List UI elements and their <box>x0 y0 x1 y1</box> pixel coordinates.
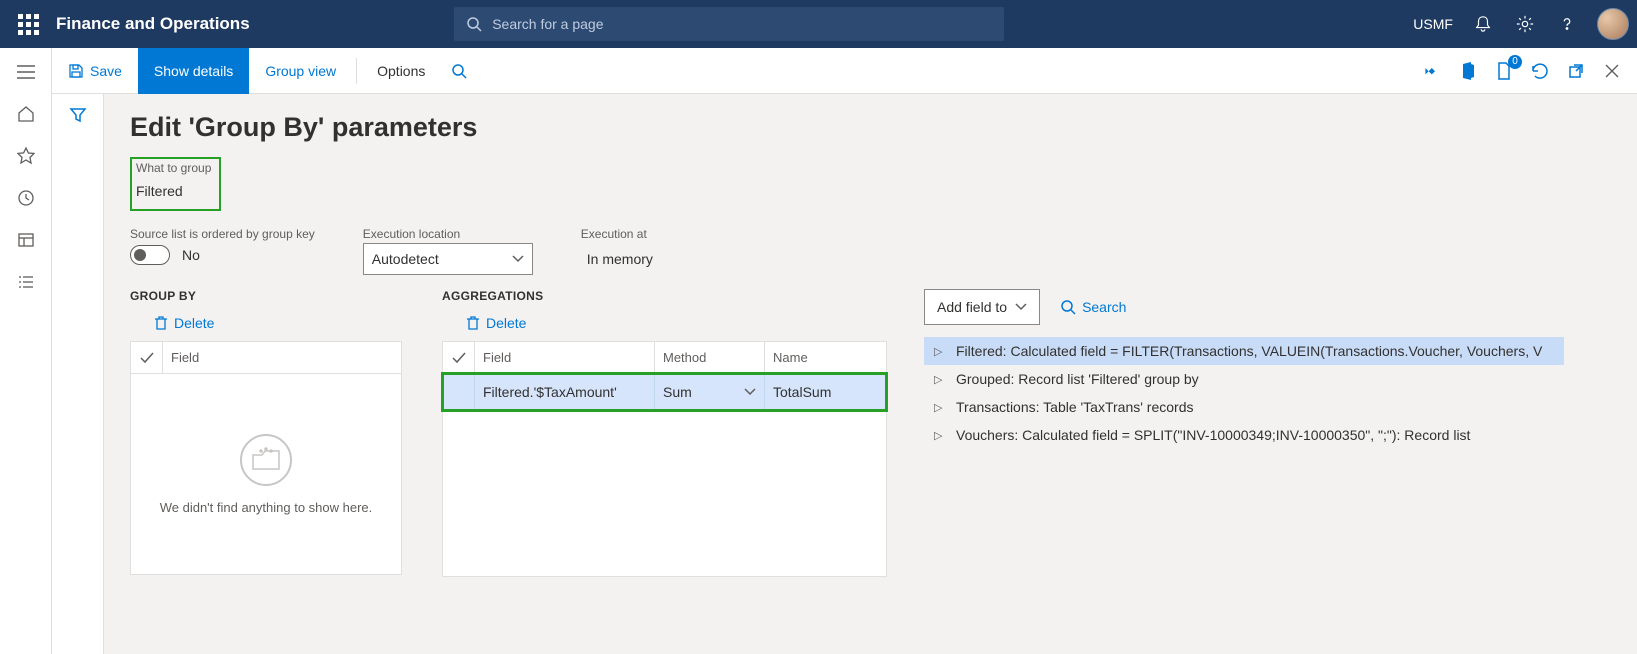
groupby-heading: GROUP BY <box>130 289 420 303</box>
exec-at-field: Execution at In memory <box>581 227 756 275</box>
caret-icon: ▷ <box>934 401 944 414</box>
document-icon[interactable]: 0 <box>1493 60 1515 82</box>
save-button[interactable]: Save <box>52 48 138 94</box>
exec-location-field: Execution location Autodetect <box>363 227 533 275</box>
tree-item[interactable]: ▷Grouped: Record list 'Filtered' group b… <box>924 365 1564 393</box>
options-button[interactable]: Options <box>361 48 441 94</box>
tree-item[interactable]: ▷Transactions: Table 'TaxTrans' records <box>924 393 1564 421</box>
workspace-icon[interactable] <box>16 230 36 250</box>
source-ordered-toggle[interactable] <box>130 245 170 265</box>
recent-icon[interactable] <box>16 188 36 208</box>
gear-icon[interactable] <box>1513 12 1537 36</box>
agg-select-all[interactable] <box>443 342 475 373</box>
groupby-grid: Field We didn't find anything to show he… <box>130 341 402 575</box>
app-launcher-icon[interactable] <box>8 0 48 48</box>
tree-item[interactable]: ▷Vouchers: Calculated field = SPLIT("INV… <box>924 421 1564 449</box>
save-icon <box>68 63 84 79</box>
caret-icon: ▷ <box>934 345 944 358</box>
funnel-icon[interactable] <box>69 106 87 654</box>
agg-name-col[interactable]: Name <box>765 342 886 373</box>
bell-icon[interactable] <box>1471 12 1495 36</box>
empty-folder-icon <box>240 434 292 486</box>
agg-heading: AGGREGATIONS <box>442 289 902 303</box>
tree-item[interactable]: ▷Filtered: Calculated field = FILTER(Tra… <box>924 337 1564 365</box>
agg-row-field[interactable]: Filtered.'$TaxAmount' <box>475 374 655 410</box>
brand-title: Finance and Operations <box>56 14 250 34</box>
what-to-group-value: Filtered <box>136 177 211 205</box>
home-icon[interactable] <box>16 104 36 124</box>
groupby-empty-state: We didn't find anything to show here. <box>131 374 401 574</box>
source-ordered-field: Source list is ordered by group key No <box>130 227 315 275</box>
agg-field-col[interactable]: Field <box>475 342 655 373</box>
search-icon <box>1060 299 1076 315</box>
agg-row[interactable]: Filtered.'$TaxAmount' Sum TotalSum <box>443 374 886 410</box>
search-icon <box>466 16 482 32</box>
page-content: Edit 'Group By' parameters What to group… <box>104 94 1637 654</box>
agg-method-col[interactable]: Method <box>655 342 765 373</box>
groupby-field-col[interactable]: Field <box>163 342 401 373</box>
close-icon[interactable] <box>1601 60 1623 82</box>
search-input[interactable]: Search for a page <box>454 7 1004 41</box>
separator <box>356 58 357 84</box>
agg-grid: Field Method Name Filtered.'$TaxAmount' … <box>442 341 887 577</box>
chevron-down-icon <box>744 388 756 396</box>
refresh-icon[interactable] <box>1529 60 1551 82</box>
attach-icon[interactable] <box>1421 60 1443 82</box>
search-icon <box>451 63 467 79</box>
trash-icon <box>466 315 480 331</box>
exec-at-value: In memory <box>581 243 756 275</box>
chevron-down-icon <box>1015 303 1027 311</box>
agg-row-name[interactable]: TotalSum <box>765 374 886 410</box>
avatar[interactable] <box>1597 8 1629 40</box>
help-icon[interactable] <box>1555 12 1579 36</box>
modules-icon[interactable] <box>16 272 36 292</box>
caret-icon: ▷ <box>934 429 944 442</box>
exec-location-select[interactable]: Autodetect <box>363 243 533 275</box>
popout-icon[interactable] <box>1565 60 1587 82</box>
search-button[interactable]: Search <box>1060 299 1126 315</box>
star-icon[interactable] <box>16 146 36 166</box>
office-icon[interactable] <box>1457 60 1479 82</box>
trash-icon <box>154 315 168 331</box>
what-to-group-field[interactable]: What to group Filtered <box>130 157 221 211</box>
document-badge: 0 <box>1508 55 1522 69</box>
select-all-checkbox[interactable] <box>131 342 163 373</box>
groupby-delete-button[interactable]: Delete <box>154 315 420 331</box>
find-button[interactable] <box>441 48 477 94</box>
filter-rail <box>52 94 104 654</box>
what-to-group-label: What to group <box>136 161 211 175</box>
company-code[interactable]: USMF <box>1413 16 1453 32</box>
agg-delete-button[interactable]: Delete <box>466 315 902 331</box>
group-view-button[interactable]: Group view <box>249 48 352 94</box>
hamburger-icon[interactable] <box>16 62 36 82</box>
data-sources-panel: Add field to Search ▷Filtered: Calculate… <box>924 289 1564 577</box>
source-ordered-value: No <box>182 247 200 263</box>
agg-row-method[interactable]: Sum <box>655 374 765 410</box>
command-bar: Save Show details Group view Options 0 <box>52 48 1637 94</box>
top-bar: Finance and Operations Search for a page… <box>0 0 1637 48</box>
search-placeholder: Search for a page <box>492 16 603 32</box>
agg-row-marker[interactable] <box>443 374 475 410</box>
caret-icon: ▷ <box>934 373 944 386</box>
chevron-down-icon <box>512 255 524 263</box>
nav-rail <box>0 48 52 654</box>
show-details-button[interactable]: Show details <box>138 48 249 94</box>
add-field-button[interactable]: Add field to <box>924 289 1040 325</box>
page-title: Edit 'Group By' parameters <box>130 112 1611 143</box>
